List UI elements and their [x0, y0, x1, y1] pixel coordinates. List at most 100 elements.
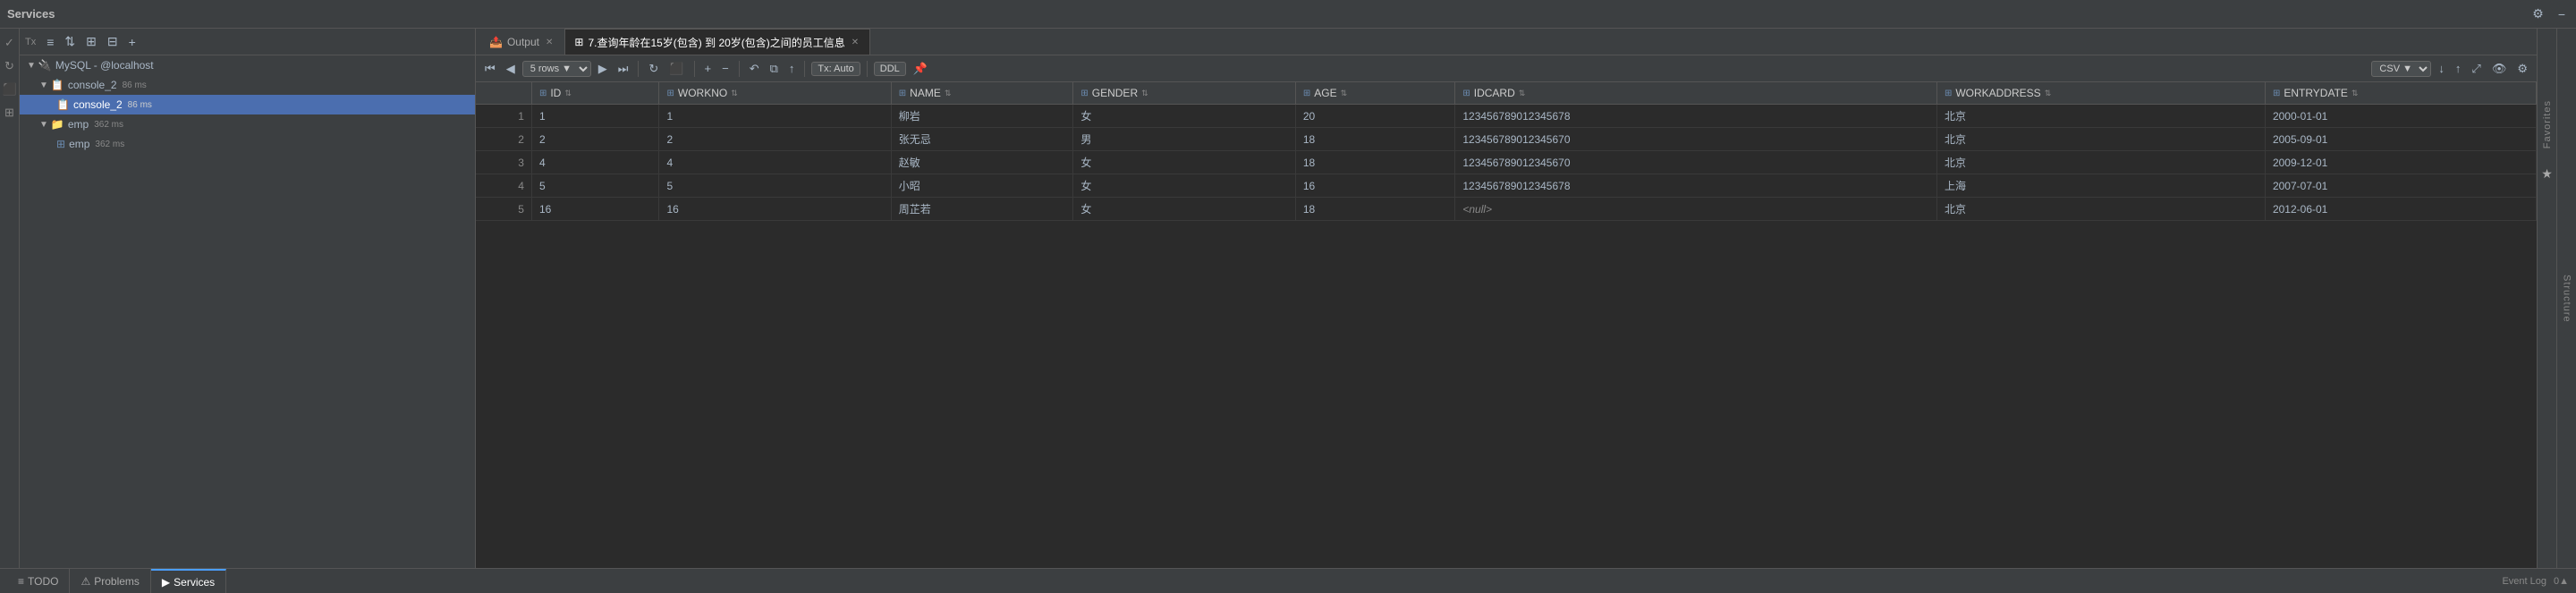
settings-icon[interactable]: ⚙: [2529, 4, 2547, 23]
th-rownum[interactable]: [476, 82, 531, 105]
add-icon[interactable]: +: [125, 33, 140, 51]
resize-btn[interactable]: ⤢: [2468, 60, 2484, 78]
cell-id: 5: [531, 174, 659, 198]
favorites-label[interactable]: Favorites: [2542, 100, 2553, 148]
last-btn[interactable]: ⏭: [614, 60, 632, 78]
delete-row-btn[interactable]: −: [718, 60, 733, 77]
sort-icon-name: ⇅: [945, 89, 952, 98]
table-row[interactable]: 344赵敏女18123456789012345670北京2009-12-01: [476, 151, 2537, 174]
cell-rownum: 3: [476, 151, 531, 174]
tree-console-item[interactable]: 📋 console_2 86 ms: [20, 95, 475, 114]
grid-icon[interactable]: ⊞: [1, 104, 19, 122]
main-content: ✓ ↻ ⬛ ⊞ Tx ≡ ⇅ ⊞ ⊟ + ▼ 🔌 MySQL - @localh…: [0, 29, 2576, 568]
upload2-btn[interactable]: ↑: [2452, 60, 2465, 77]
favorites-star[interactable]: ★: [2541, 166, 2553, 182]
table-row[interactable]: 455小昭女16123456789012345678上海2007-07-01: [476, 174, 2537, 198]
arrow-icon: ▼: [27, 61, 36, 71]
th-workno[interactable]: ⊞ WORKNO ⇅: [659, 82, 891, 105]
cell-workno: 5: [659, 174, 891, 198]
tab-output[interactable]: 📤 Output ✕: [479, 29, 564, 55]
event-log-label[interactable]: Event Log: [2502, 576, 2546, 587]
table-row[interactable]: 222张无忌男18123456789012345670北京2005-09-01: [476, 128, 2537, 151]
next-btn[interactable]: ▶: [595, 60, 611, 78]
cell-entrydate: 2005-09-01: [2265, 128, 2536, 151]
sort-icon-entrydate: ⇅: [2351, 89, 2359, 98]
collapse-icon[interactable]: ⊟: [104, 32, 122, 51]
table-row[interactable]: 51616周芷若女18<null>北京2012-06-01: [476, 198, 2537, 221]
separator-5: [867, 61, 868, 77]
sort-icon[interactable]: ⇅: [61, 32, 79, 51]
stop-icon[interactable]: ⬛: [1, 80, 19, 98]
th-name[interactable]: ⊞ NAME ⇅: [891, 82, 1073, 105]
refresh-btn[interactable]: ↻: [645, 60, 662, 78]
first-btn[interactable]: ⏮: [481, 60, 499, 78]
tab-query-close[interactable]: ✕: [850, 38, 860, 47]
th-workaddress[interactable]: ⊞ WORKADDRESS ⇅: [1936, 82, 2265, 105]
minimize-icon[interactable]: −: [2555, 5, 2569, 23]
tab-query[interactable]: ⊞ 7.查询年龄在15岁(包含) 到 20岁(包含)之间的员工信息 ✕: [564, 29, 870, 55]
pin-btn[interactable]: 📌: [910, 60, 931, 78]
ddl-btn[interactable]: DDL: [874, 62, 906, 76]
th-gender[interactable]: ⊞ GENDER ⇅: [1073, 82, 1296, 105]
stop-btn[interactable]: ⬛: [665, 60, 687, 78]
copy-btn[interactable]: ⧉: [767, 60, 782, 78]
tree-emp-group[interactable]: ▼ 📁 emp 362 ms: [20, 114, 475, 134]
sort-icon-age: ⇅: [1341, 89, 1348, 98]
tab-output-close[interactable]: ✕: [544, 38, 555, 47]
grid2-icon[interactable]: ⊞: [82, 32, 100, 51]
bottom-tab-problems[interactable]: ⚠ Problems: [70, 569, 150, 593]
tab-query-label: 7.查询年龄在15岁(包含) 到 20岁(包含)之间的员工信息: [588, 35, 844, 50]
grid-toolbar: ⏮ ◀ 5 rows ▼ ▶ ⏭ ↻ ⬛ + − ↶ ⧉ ↑ Tx: Auto …: [476, 55, 2537, 82]
undo-btn[interactable]: ↶: [746, 60, 763, 78]
sort-icon-workaddress: ⇅: [2045, 89, 2052, 98]
check-icon[interactable]: ✓: [1, 34, 19, 52]
problems-label: Problems: [94, 575, 140, 588]
refresh-icon[interactable]: ↻: [1, 57, 19, 75]
col-icon-name: ⊞: [899, 89, 906, 98]
cell-workaddress: 北京: [1936, 105, 2265, 128]
add-row-btn[interactable]: +: [701, 60, 716, 77]
col-label-name: NAME: [910, 87, 941, 99]
services-icon: ▶: [162, 576, 170, 589]
grid-settings-btn[interactable]: ⚙: [2513, 60, 2531, 78]
cell-id: 2: [531, 128, 659, 151]
bottom-tab-todo[interactable]: ≡ TODO: [7, 569, 70, 593]
cell-gender: 女: [1073, 105, 1296, 128]
th-idcard[interactable]: ⊞ IDCARD ⇅: [1455, 82, 1937, 105]
rows-selector[interactable]: 5 rows ▼: [522, 61, 591, 77]
tree-emp-table[interactable]: ⊞ emp 362 ms: [20, 134, 475, 154]
cell-entrydate: 2007-07-01: [2265, 174, 2536, 198]
col-icon-entrydate: ⊞: [2273, 89, 2280, 98]
th-age[interactable]: ⊞ AGE ⇅: [1295, 82, 1454, 105]
cell-rownum: 2: [476, 128, 531, 151]
menu-icon[interactable]: ≡: [43, 33, 57, 51]
csv-selector[interactable]: CSV ▼: [2371, 61, 2431, 77]
sidebar-toolbar: Tx ≡ ⇅ ⊞ ⊟ +: [20, 29, 475, 55]
tx-label: Tx: [25, 37, 36, 47]
emp-group-icon: 📁: [51, 118, 64, 131]
todo-icon: ≡: [18, 575, 24, 588]
cell-name: 张无忌: [891, 128, 1073, 151]
eye-btn[interactable]: 👁: [2488, 60, 2511, 78]
structure-label[interactable]: Structure: [2562, 275, 2572, 323]
th-entrydate[interactable]: ⊞ ENTRYDATE ⇅: [2265, 82, 2536, 105]
th-id[interactable]: ⊞ ID ⇅: [531, 82, 659, 105]
tab-output-label: Output: [507, 36, 539, 48]
prev-btn[interactable]: ◀: [503, 60, 519, 78]
col-icon-workaddress: ⊞: [1945, 89, 1952, 98]
tree-console-group[interactable]: ▼ 📋 console_2 86 ms: [20, 75, 475, 95]
upload-btn[interactable]: ↑: [785, 60, 799, 77]
download-btn[interactable]: ↓: [2435, 60, 2448, 77]
tab-output-icon: 📤: [489, 36, 503, 48]
col-label-age: AGE: [1314, 87, 1336, 99]
cell-gender: 女: [1073, 151, 1296, 174]
cell-idcard: 123456789012345678: [1455, 105, 1937, 128]
table-row[interactable]: 111柳岩女20123456789012345678北京2000-01-01: [476, 105, 2537, 128]
tx-badge: Tx: Auto: [811, 62, 860, 76]
left-sidebar: Tx ≡ ⇅ ⊞ ⊟ + ▼ 🔌 MySQL - @localhost ▼ 📋 …: [20, 29, 476, 568]
bottom-tab-services[interactable]: ▶ Services: [151, 569, 226, 593]
col-icon-id: ⊞: [539, 89, 547, 98]
cell-gender: 女: [1073, 174, 1296, 198]
tree-connection[interactable]: ▼ 🔌 MySQL - @localhost: [20, 55, 475, 75]
top-header: Services ⚙ −: [0, 0, 2576, 29]
